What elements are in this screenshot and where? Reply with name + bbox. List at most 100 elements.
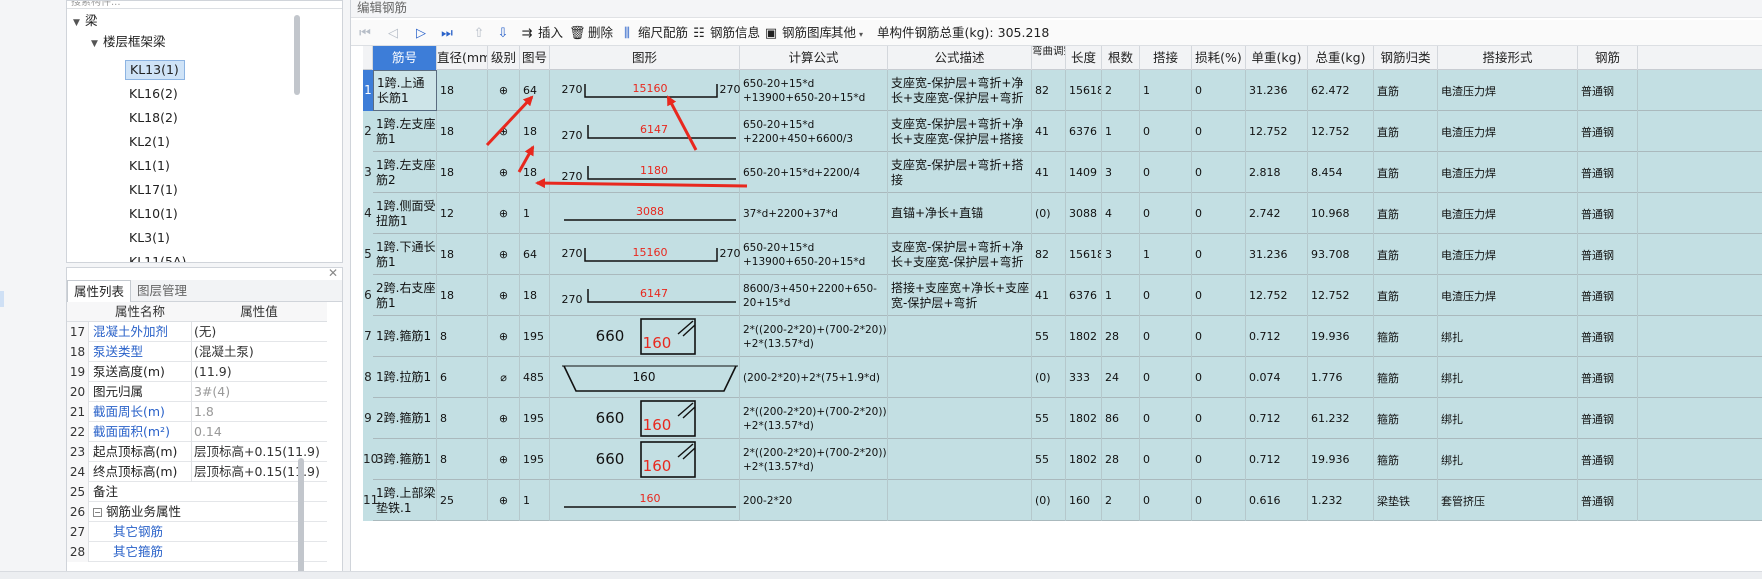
cell-bend-adjust[interactable]: 82 — [1032, 234, 1066, 275]
column-header-bend-adjust[interactable]: 弯曲调整 — [1032, 46, 1066, 70]
cell-diameter[interactable]: 8 — [437, 439, 488, 480]
cell-diameter[interactable]: 6 — [437, 357, 488, 398]
cell-bend-adjust[interactable]: 41 — [1032, 275, 1066, 316]
rebar-shape-cell[interactable]: 270 6147 — [550, 275, 740, 316]
cell-lap[interactable]: 0 — [1140, 152, 1192, 193]
cell-unit-weight[interactable]: 12.752 — [1246, 275, 1308, 316]
cell-bar-number[interactable]: 1跨.箍筋1 — [373, 316, 437, 357]
cell-lap[interactable]: 1 — [1140, 70, 1192, 111]
rebar-row[interactable]: 1 1跨.上通长筋1 18 ⊕ 64 270 15160 270 650-20+15*d +13… — [363, 70, 1762, 111]
cell-length[interactable]: 1802 — [1066, 316, 1102, 357]
cell-category[interactable]: 梁垫铁 — [1374, 480, 1438, 521]
cell-figure-number[interactable]: 485 — [520, 357, 550, 398]
close-icon[interactable]: ✕ — [328, 268, 338, 280]
row-number[interactable]: 7 — [363, 316, 373, 357]
cell-unit-weight[interactable]: 0.074 — [1246, 357, 1308, 398]
tree-leaf-item[interactable]: KL2(1) — [125, 132, 185, 152]
cell-formula-desc[interactable] — [888, 480, 1032, 521]
rebar-shape-cell[interactable]: 270 15160 270 — [550, 70, 740, 111]
cell-formula[interactable]: 2*((200-2*20)+(700-2*20)) +2*(13.57*d) — [740, 439, 888, 480]
cell-figure-number[interactable]: 195 — [520, 439, 550, 480]
cell-grade[interactable]: ⊕ — [488, 152, 520, 193]
cell-length[interactable]: 333 — [1066, 357, 1102, 398]
row-number[interactable]: 8 — [363, 357, 373, 398]
cell-unit-weight[interactable]: 12.752 — [1246, 111, 1308, 152]
cell-figure-number[interactable]: 64 — [520, 70, 550, 111]
cell-unit-weight[interactable]: 0.712 — [1246, 439, 1308, 480]
cell-diameter[interactable]: 25 — [437, 480, 488, 521]
cell-bar-number[interactable]: 3跨.箍筋1 — [373, 439, 437, 480]
tree-leaf-item[interactable]: KL13(1) — [125, 60, 185, 80]
cell-bar-number[interactable]: 1跨.上通长筋1 — [373, 70, 437, 111]
row-number[interactable]: 2 — [363, 111, 373, 152]
cell-figure-number[interactable]: 195 — [520, 316, 550, 357]
tree-leaf-item[interactable]: KL18(2) — [125, 108, 185, 128]
cell-category[interactable]: 直筋 — [1374, 275, 1438, 316]
cell-formula-desc[interactable]: 支座宽-保护层+弯折+净长+支座宽-保护层+弯折 — [888, 234, 1032, 275]
cell-grade[interactable]: ⊕ — [488, 234, 520, 275]
cell-rebar-type[interactable]: 普通钢 — [1578, 439, 1638, 480]
cell-formula-desc[interactable] — [888, 439, 1032, 480]
cell-length[interactable]: 1802 — [1066, 439, 1102, 480]
property-row[interactable]: 27 其它钢筋 — [67, 522, 327, 542]
cell-lap-form[interactable]: 电渣压力焊 — [1438, 70, 1578, 111]
cell-grade[interactable]: ⊕ — [488, 316, 520, 357]
cell-total-weight[interactable]: 61.232 — [1308, 398, 1374, 439]
property-row[interactable]: 22 截面面积(m²) 0.14 — [67, 422, 327, 442]
cell-bar-number[interactable]: 1跨.左支座筋2 — [373, 152, 437, 193]
cell-grade[interactable]: ⊕ — [488, 480, 520, 521]
column-header-figure-number[interactable]: 图号 — [520, 46, 550, 70]
tab-layer-management[interactable]: 图层管理 — [131, 280, 193, 302]
cell-loss[interactable]: 0 — [1192, 152, 1246, 193]
cell-formula-desc[interactable]: 支座宽-保护层+弯折+搭接 — [888, 152, 1032, 193]
cell-total-weight[interactable]: 12.752 — [1308, 111, 1374, 152]
cell-category[interactable]: 直筋 — [1374, 234, 1438, 275]
cell-formula-desc[interactable]: 支座宽-保护层+弯折+净长+支座宽-保护层+弯折 — [888, 70, 1032, 111]
cell-lap[interactable]: 0 — [1140, 111, 1192, 152]
property-row[interactable]: 23 起点顶标高(m) 层顶标高+0.15(11.9) — [67, 442, 327, 462]
expand-arrow-icon[interactable]: ▼ — [91, 34, 103, 54]
cell-diameter[interactable]: 8 — [437, 398, 488, 439]
property-value[interactable]: 0.14 — [191, 422, 327, 442]
cell-bend-adjust[interactable]: 41 — [1032, 152, 1066, 193]
cell-total-weight[interactable]: 8.454 — [1308, 152, 1374, 193]
column-header-unit-weight[interactable]: 单重(kg) — [1246, 46, 1308, 70]
tree-scrollbar[interactable] — [294, 15, 300, 95]
cell-count[interactable]: 4 — [1102, 193, 1140, 234]
rebar-shape-cell[interactable]: 660 160 — [550, 398, 740, 439]
cell-rebar-type[interactable]: 普通钢 — [1578, 316, 1638, 357]
move-down-button[interactable]: ⇩ — [495, 24, 514, 42]
cell-category[interactable]: 直筋 — [1374, 193, 1438, 234]
cell-formula-desc[interactable] — [888, 357, 1032, 398]
cell-count[interactable]: 3 — [1102, 234, 1140, 275]
cell-lap-form[interactable]: 绑扎 — [1438, 316, 1578, 357]
cell-unit-weight[interactable]: 0.712 — [1246, 316, 1308, 357]
previous-record-button[interactable]: ◁ — [385, 24, 404, 42]
cell-lap-form[interactable]: 电渣压力焊 — [1438, 234, 1578, 275]
cell-formula[interactable]: 650-20+15*d +2200+450+6600/3 — [740, 111, 888, 152]
cell-lap-form[interactable]: 绑扎 — [1438, 357, 1578, 398]
cell-bar-number[interactable]: 2跨.右支座筋1 — [373, 275, 437, 316]
cell-loss[interactable]: 0 — [1192, 193, 1246, 234]
cell-rebar-type[interactable]: 普通钢 — [1578, 480, 1638, 521]
cell-figure-number[interactable]: 195 — [520, 398, 550, 439]
cell-loss[interactable]: 0 — [1192, 439, 1246, 480]
column-header-bar-number[interactable]: 筋号 — [373, 46, 437, 70]
column-header-length[interactable]: 长度 — [1066, 46, 1102, 70]
rebar-shape-cell[interactable]: 160 — [550, 357, 740, 398]
row-number[interactable]: 6 — [363, 275, 373, 316]
column-header-lap[interactable]: 搭接 — [1140, 46, 1192, 70]
cell-bar-number[interactable]: 1跨.左支座筋1 — [373, 111, 437, 152]
cell-bend-adjust[interactable]: (0) — [1032, 193, 1066, 234]
tab-property-list[interactable]: 属性列表 — [67, 280, 132, 302]
rebar-row[interactable]: 8 1跨.拉筋1 6 ⌀ 485 160 (200-2*20)+2*(75+1.9*d) (0… — [363, 357, 1762, 398]
rebar-row[interactable]: 9 2跨.箍筋1 8 ⊕ 195 660 160 2*((200-2*20)+(700-2*2… — [363, 398, 1762, 439]
cell-bar-number[interactable]: 1跨.侧面受扭筋1 — [373, 193, 437, 234]
cell-diameter[interactable]: 8 — [437, 316, 488, 357]
cell-unit-weight[interactable]: 0.616 — [1246, 480, 1308, 521]
cell-grade[interactable]: ⊕ — [488, 439, 520, 480]
cell-rebar-type[interactable]: 普通钢 — [1578, 234, 1638, 275]
cell-grade[interactable]: ⌀ — [488, 357, 520, 398]
cell-category[interactable]: 直筋 — [1374, 70, 1438, 111]
cell-loss[interactable]: 0 — [1192, 357, 1246, 398]
